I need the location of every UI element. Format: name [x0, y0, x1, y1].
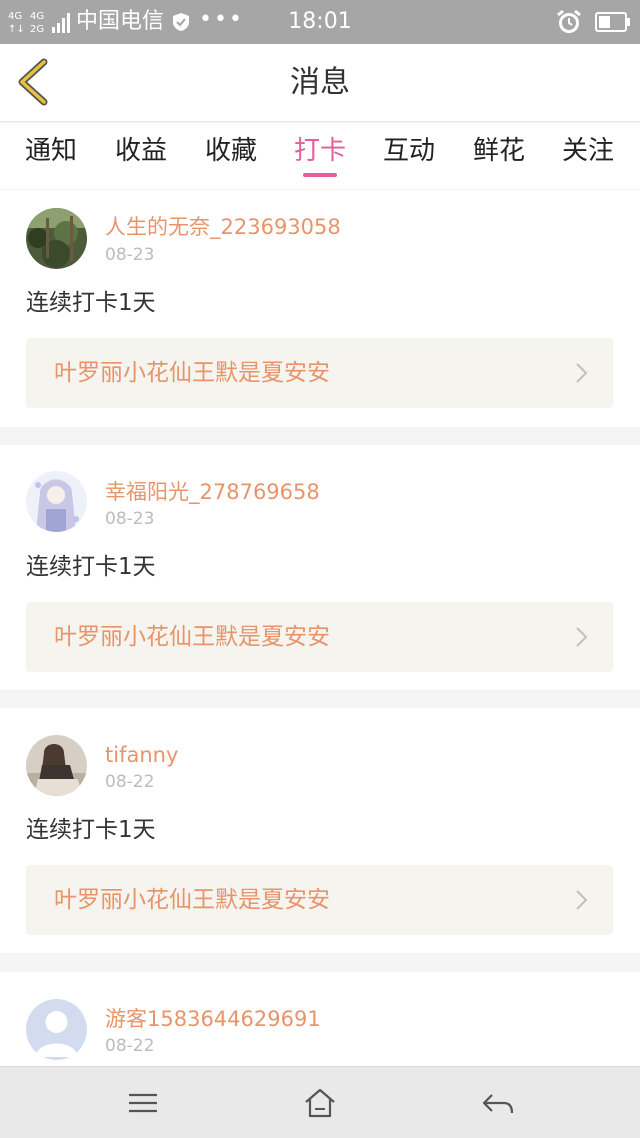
menu-icon[interactable] [123, 1085, 163, 1121]
chevron-right-icon [576, 890, 588, 910]
user-name[interactable]: 游客1583644629691 [105, 1006, 321, 1032]
user-name[interactable]: 人生的无奈_223693058 [105, 214, 341, 240]
user-name[interactable]: 幸福阳光_278769658 [105, 479, 320, 505]
linked-post-title: 叶罗丽小花仙王默是夏安安 [54, 624, 330, 650]
nav-bar: 消息 [0, 44, 640, 122]
post-date: 08-23 [105, 245, 155, 265]
message-card: 游客1583644629691 08-22 [0, 972, 640, 1066]
message-card: 人生的无奈_223693058 08-23 连续打卡1天 叶罗丽小花仙王默是夏安… [0, 190, 640, 427]
alarm-icon [557, 9, 581, 33]
battery-icon [595, 12, 630, 32]
back-arrow-icon[interactable] [478, 1085, 518, 1121]
message-text: 连续打卡1天 [26, 554, 156, 580]
clock: 18:01 [288, 9, 352, 34]
linked-post-button[interactable]: 叶罗丽小花仙王默是夏安安 [26, 338, 613, 408]
tab-interaction[interactable]: 互动 [371, 123, 447, 189]
tab-bar: 通知 收益 收藏 打卡 互动 鲜花 关注 [0, 123, 640, 189]
avatar[interactable] [26, 471, 87, 532]
tab-earnings[interactable]: 收益 [103, 123, 179, 189]
linked-post-button[interactable]: 叶罗丽小花仙王默是夏安安 [26, 602, 613, 672]
message-card: 幸福阳光_278769658 08-23 连续打卡1天 叶罗丽小花仙王默是夏安安 [0, 445, 640, 690]
user-name[interactable]: tifanny [105, 742, 178, 768]
avatar[interactable] [26, 735, 87, 796]
system-nav-bar [0, 1066, 640, 1138]
chevron-right-icon [576, 627, 588, 647]
default-avatar-icon[interactable] [26, 999, 87, 1060]
linked-post-title: 叶罗丽小花仙王默是夏安安 [54, 887, 330, 913]
avatar[interactable] [26, 208, 87, 269]
tab-notifications[interactable]: 通知 [13, 123, 89, 189]
tab-following[interactable]: 关注 [550, 123, 626, 189]
message-text: 连续打卡1天 [26, 817, 156, 843]
linked-post-button[interactable]: 叶罗丽小花仙王默是夏安安 [26, 865, 613, 935]
linked-post-title: 叶罗丽小花仙王默是夏安安 [54, 360, 330, 386]
tab-favorites[interactable]: 收藏 [193, 123, 269, 189]
post-date: 08-23 [105, 509, 155, 529]
message-card: tifanny 08-22 连续打卡1天 叶罗丽小花仙王默是夏安安 [0, 708, 640, 953]
page-title: 消息 [290, 65, 350, 100]
tab-checkin[interactable]: 打卡 [282, 123, 358, 189]
post-date: 08-22 [105, 1036, 155, 1056]
message-text: 连续打卡1天 [26, 290, 156, 316]
active-tab-indicator [303, 173, 337, 177]
home-icon[interactable] [300, 1085, 340, 1121]
status-bar: 4G ↑↓ 4G 2G 中国电信 ••• 18:01 [0, 0, 640, 44]
post-date: 08-22 [105, 772, 155, 792]
tab-flowers[interactable]: 鲜花 [461, 123, 537, 189]
chevron-right-icon [576, 363, 588, 383]
